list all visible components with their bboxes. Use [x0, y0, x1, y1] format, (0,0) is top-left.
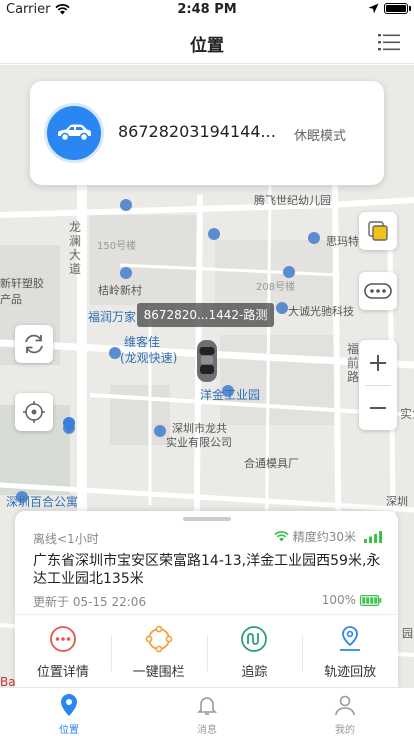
battery-icon: [384, 3, 411, 14]
playback-button[interactable]: 轨迹回放: [302, 621, 398, 687]
action-label: 位置详情: [36, 665, 89, 680]
more-circle-icon: [49, 626, 76, 652]
route-pin-icon: [340, 626, 361, 651]
list-menu-icon[interactable]: [378, 32, 400, 52]
map-label: 深圳百合公寓: [6, 495, 79, 509]
device-mode-label: 休眠模式: [294, 129, 347, 144]
location-pin-icon: [61, 694, 77, 716]
map-label: 深圳: [386, 495, 408, 508]
wifi-signal-icon: [274, 531, 289, 542]
battery-percent: 100%: [321, 593, 356, 607]
device-card[interactable]: 86728203194144... 休眠模式: [30, 81, 384, 185]
map-label: 产品: [0, 293, 22, 306]
crosshair-icon: [23, 401, 45, 423]
fence-icon: [145, 625, 173, 653]
bell-icon: [197, 697, 217, 715]
battery-full-icon: [360, 594, 382, 606]
track-button[interactable]: 追踪: [206, 621, 303, 687]
drag-handle[interactable]: [183, 517, 231, 521]
device-id: 86728203194144...: [118, 122, 276, 141]
map-label: 腾飞世纪幼儿园: [254, 194, 331, 207]
more-dots-icon: [364, 283, 392, 299]
car-marker-icon[interactable]: [195, 338, 219, 384]
tab-label: 位置: [59, 725, 79, 736]
update-time: 更新于 05-15 22:06: [33, 595, 147, 609]
device-avatar: [44, 103, 104, 163]
tab-location[interactable]: 位置: [0, 688, 138, 736]
layer-toggle-button[interactable]: [359, 212, 397, 250]
tab-profile[interactable]: 我的: [276, 688, 414, 736]
road-label: 龙澜大道: [69, 220, 82, 276]
geofence-button[interactable]: 一键围栏: [110, 621, 207, 687]
map-label: 桔岭新村: [98, 284, 142, 297]
refresh-button[interactable]: [15, 325, 53, 363]
map-label: 维客佳: [124, 335, 161, 349]
map-label: 大诚光驰科技: [288, 305, 354, 318]
nav-bar: 位置: [0, 20, 414, 64]
layers-icon: [368, 221, 388, 241]
map-label: 园: [402, 627, 413, 640]
plus-icon: [370, 354, 386, 371]
locate-button[interactable]: [15, 393, 53, 431]
zoom-out-button[interactable]: [359, 385, 397, 430]
action-label: 追踪: [241, 665, 268, 680]
tab-messages[interactable]: 消息: [138, 688, 276, 736]
clock: 2:48 PM: [177, 2, 237, 17]
minus-icon: [370, 406, 386, 409]
more-options-button[interactable]: [359, 272, 397, 310]
action-label: 轨迹回放: [324, 665, 377, 680]
tab-label: 我的: [335, 725, 355, 736]
map-label: 实业有限公司: [166, 436, 232, 449]
action-label: 一键围栏: [132, 665, 185, 680]
map-label: Ba: [0, 675, 16, 687]
map-label: 150号楼: [97, 241, 137, 252]
map-label: 208号楼: [256, 282, 296, 293]
track-icon: [241, 626, 268, 652]
info-panel: 离线<1小时 精度约30米 广东省深圳市宝安区荣富路14-13,洋金工业园西59…: [15, 511, 398, 687]
map-label: 实业: [400, 407, 414, 421]
tab-bar: 位置 消息 我的: [0, 687, 414, 736]
map-label: 福润万家: [88, 310, 137, 324]
offline-status: 离线<1小时: [33, 532, 99, 546]
address-text: 广东省深圳市宝安区荣富路14-13,洋金工业园西59米,永达工业园北135米: [33, 553, 381, 587]
location-detail-button[interactable]: 位置详情: [15, 621, 111, 687]
car-label-tooltip: 8672820...1442-路测: [137, 303, 274, 327]
signal-bars-icon: [364, 530, 382, 543]
user-icon: [335, 695, 355, 716]
refresh-icon: [25, 334, 43, 354]
zoom-control: [359, 340, 397, 430]
map-label: (龙观快速): [120, 351, 178, 365]
car-icon: [58, 124, 91, 142]
location-arrow-icon: [368, 3, 379, 14]
page-title: 位置: [190, 36, 224, 56]
map-label: 合通模具厂: [244, 457, 299, 470]
action-row: 位置详情 一键围栏 追踪 轨迹回放: [15, 621, 398, 687]
zoom-in-button[interactable]: [359, 340, 397, 385]
map-label: 新轩塑胶: [0, 277, 44, 290]
status-bar: Carrier 2:48 PM: [0, 0, 414, 20]
tab-label: 消息: [197, 725, 217, 736]
precision-label: 精度约30米: [292, 530, 356, 544]
map-label: 洋金工业园: [200, 388, 261, 402]
